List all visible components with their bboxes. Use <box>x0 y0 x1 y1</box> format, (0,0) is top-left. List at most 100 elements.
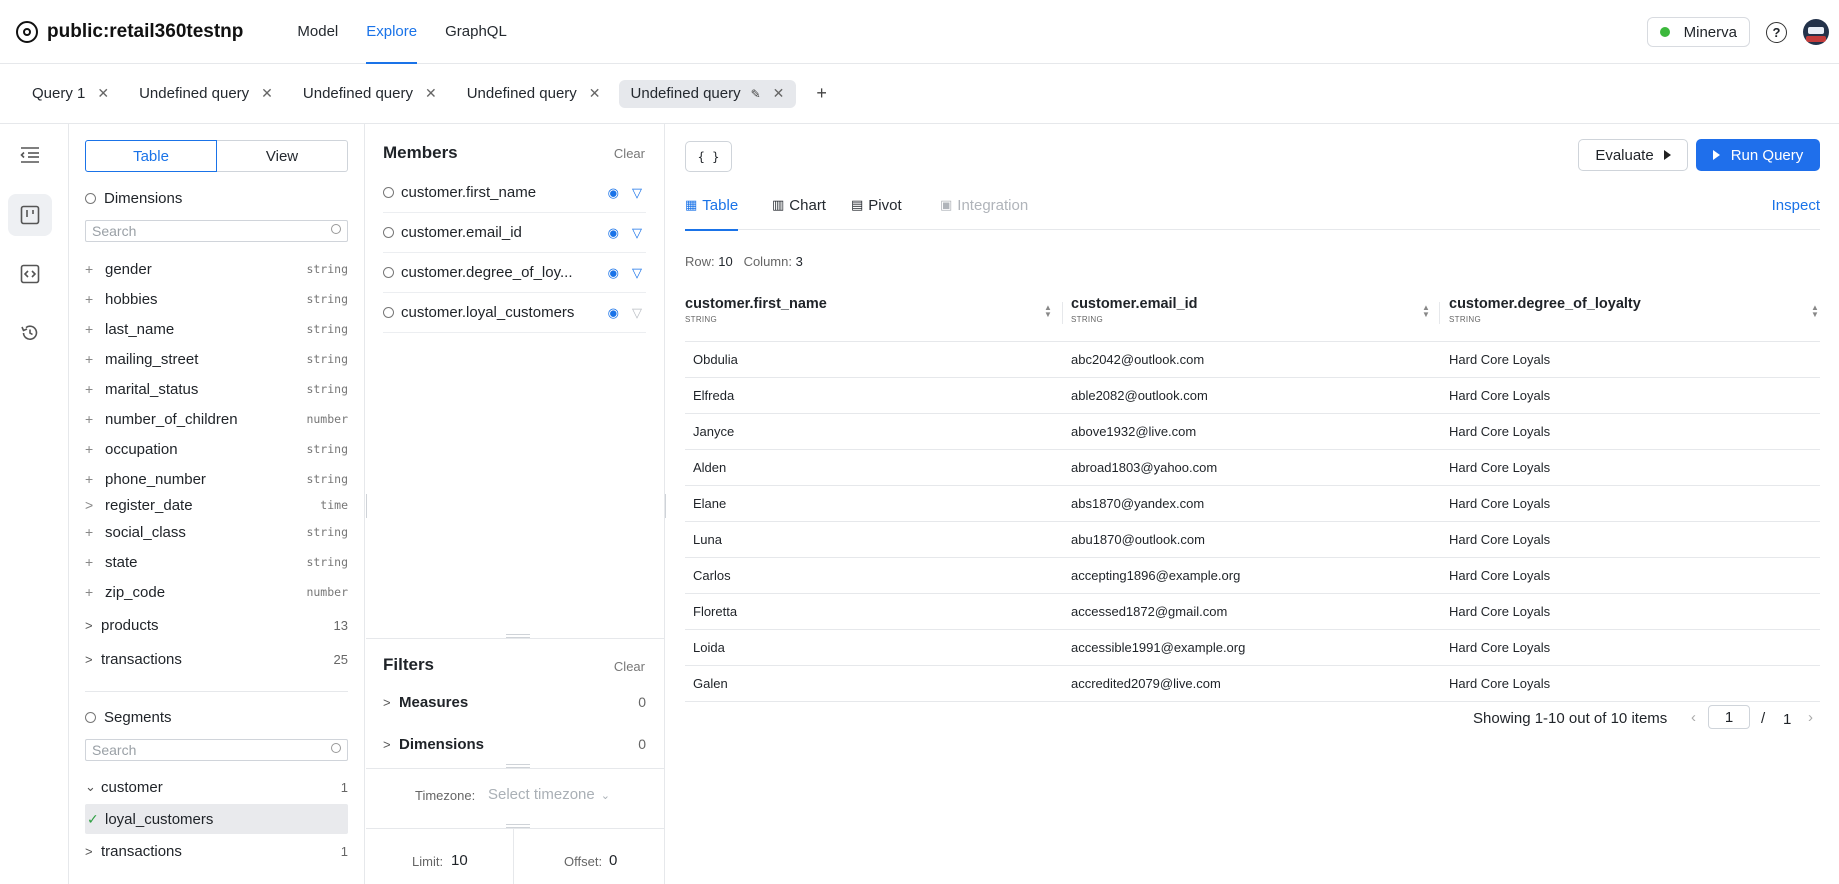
filters-clear-button[interactable]: Clear <box>614 659 645 674</box>
tab-table[interactable]: ▦ Table <box>685 180 739 231</box>
chevron-right-icon[interactable]: > <box>85 497 105 513</box>
segment-item-selected[interactable]: ✓ loyal_customers <box>85 804 348 834</box>
chevron-left-icon[interactable]: ‹ <box>1691 709 1696 726</box>
column-divider[interactable] <box>1062 302 1063 324</box>
add-tab-icon[interactable]: + <box>816 83 827 104</box>
table-cell: abs1870@yandex.com <box>1071 496 1205 511</box>
table-cell: abu1870@outlook.com <box>1071 532 1205 547</box>
dimensions-search-input[interactable]: Search <box>85 220 348 242</box>
toggle-table[interactable]: Table <box>85 140 217 172</box>
dimension-item[interactable]: + social_class string <box>85 521 348 543</box>
page-input[interactable]: 1 <box>1708 705 1750 729</box>
segments-search-input[interactable]: Search <box>85 739 348 761</box>
eye-icon[interactable]: ◉ <box>608 305 619 321</box>
close-icon[interactable]: ✕ <box>425 85 437 102</box>
filter-dimensions[interactable]: > Dimensions 0 <box>383 732 646 756</box>
dimension-item[interactable]: + state string <box>85 551 348 573</box>
toggle-view[interactable]: View <box>217 140 348 172</box>
column-header[interactable]: customer.degree_of_loyalty STRING <box>1449 296 1641 324</box>
eye-icon[interactable]: ◉ <box>608 185 619 201</box>
dimension-item[interactable]: + hobbies string <box>85 288 348 310</box>
limit-input[interactable]: 10 <box>451 852 468 869</box>
close-icon[interactable]: ✕ <box>261 85 273 102</box>
add-icon[interactable]: + <box>85 524 105 540</box>
timezone-select[interactable]: Select timezone ⌄ <box>488 786 610 803</box>
add-icon[interactable]: + <box>85 584 105 600</box>
dimension-item[interactable]: > register_date time <box>85 494 348 516</box>
dimension-name: occupation <box>105 440 178 458</box>
query-tab[interactable]: Undefined query ✕ <box>291 80 449 108</box>
query-tab[interactable]: Undefined query ✕ <box>127 80 285 108</box>
query-tab[interactable]: Undefined query ✕ <box>455 80 613 108</box>
code-panel-icon[interactable] <box>8 253 52 295</box>
filter-icon[interactable]: ▽ <box>632 265 642 281</box>
nav-model[interactable]: Model <box>283 0 352 64</box>
filter-measures[interactable]: > Measures 0 <box>383 690 646 714</box>
schema-explorer-icon[interactable] <box>8 194 52 236</box>
nav-graphql[interactable]: GraphQL <box>431 0 521 64</box>
close-icon[interactable]: ✕ <box>97 85 109 102</box>
column-header[interactable]: customer.first_name STRING <box>685 296 827 324</box>
add-icon[interactable]: + <box>85 471 105 487</box>
tab-chart[interactable]: ▥ Chart <box>772 180 826 230</box>
member-item[interactable]: customer.degree_of_loy... ◉ ▽ <box>383 253 646 293</box>
dimension-item[interactable]: + gender string <box>85 258 348 280</box>
dimension-item[interactable]: + phone_number string <box>85 468 348 490</box>
eye-icon[interactable]: ◉ <box>608 225 619 241</box>
filter-icon[interactable]: ▽ <box>632 185 642 201</box>
group-transactions[interactable]: > transactions 25 <box>85 648 348 670</box>
dimension-item[interactable]: + occupation string <box>85 438 348 460</box>
dimension-item[interactable]: + number_of_children number <box>85 408 348 430</box>
evaluate-button[interactable]: Evaluate <box>1578 139 1688 171</box>
dimension-item[interactable]: + mailing_street string <box>85 348 348 370</box>
add-icon[interactable]: + <box>85 381 105 397</box>
chevron-right-icon[interactable]: › <box>1808 709 1813 726</box>
add-icon[interactable]: + <box>85 261 105 277</box>
filter-icon[interactable]: ▽ <box>632 225 642 241</box>
add-icon[interactable]: + <box>85 441 105 457</box>
add-icon[interactable]: + <box>85 321 105 337</box>
members-clear-button[interactable]: Clear <box>614 146 645 161</box>
filter-icon[interactable]: ▽ <box>632 305 642 321</box>
sort-icon[interactable]: ▲ ▼ <box>1044 304 1052 319</box>
history-icon[interactable] <box>8 312 52 354</box>
inspect-link[interactable]: Inspect <box>1772 197 1820 214</box>
collapse-sidebar-icon[interactable] <box>8 134 52 176</box>
query-tab-active[interactable]: Undefined query ✎ ✕ <box>618 79 797 108</box>
avatar[interactable] <box>1803 19 1829 45</box>
member-item[interactable]: customer.loyal_customers ◉ ▽ <box>383 293 646 333</box>
offset-input[interactable]: 0 <box>609 852 617 869</box>
tab-pivot[interactable]: ▤ Pivot <box>851 180 902 230</box>
column-header[interactable]: customer.email_id STRING <box>1071 296 1198 324</box>
json-view-button[interactable]: { } <box>685 141 732 172</box>
dimension-type: string <box>306 292 348 306</box>
sort-icon[interactable]: ▲ ▼ <box>1422 304 1430 319</box>
query-tab[interactable]: Query 1 ✕ <box>20 80 121 108</box>
offset-label: Offset: <box>564 854 603 869</box>
add-icon[interactable]: + <box>85 554 105 570</box>
close-icon[interactable]: ✕ <box>589 85 601 102</box>
nav-explore[interactable]: Explore <box>352 0 431 64</box>
brand[interactable]: public:retail360testnp <box>16 20 243 43</box>
sort-icon[interactable]: ▲ ▼ <box>1811 304 1819 319</box>
chevron-right-icon: > <box>85 617 93 633</box>
group-products[interactable]: > products 13 <box>85 614 348 636</box>
segment-group-transactions[interactable]: > transactions 1 <box>85 840 348 862</box>
dimension-item[interactable]: + last_name string <box>85 318 348 340</box>
help-icon[interactable]: ? <box>1766 21 1787 43</box>
segment-group-customer[interactable]: ⌄ customer 1 <box>85 776 348 798</box>
run-query-button[interactable]: Run Query <box>1696 139 1820 171</box>
dimension-item[interactable]: + marital_status string <box>85 378 348 400</box>
table-row: Elane abs1870@yandex.com Hard Core Loyals <box>685 486 1820 522</box>
column-divider[interactable] <box>1439 302 1440 324</box>
eye-icon[interactable]: ◉ <box>608 265 619 281</box>
add-icon[interactable]: + <box>85 351 105 367</box>
close-icon[interactable]: ✕ <box>773 85 785 102</box>
add-icon[interactable]: + <box>85 411 105 427</box>
member-item[interactable]: customer.email_id ◉ ▽ <box>383 213 646 253</box>
member-item[interactable]: customer.first_name ◉ ▽ <box>383 173 646 213</box>
environment-selector[interactable]: Minerva <box>1646 17 1750 47</box>
dimension-item[interactable]: + zip_code number <box>85 581 348 603</box>
add-icon[interactable]: + <box>85 291 105 307</box>
edit-pencil-icon[interactable]: ✎ <box>751 87 761 101</box>
